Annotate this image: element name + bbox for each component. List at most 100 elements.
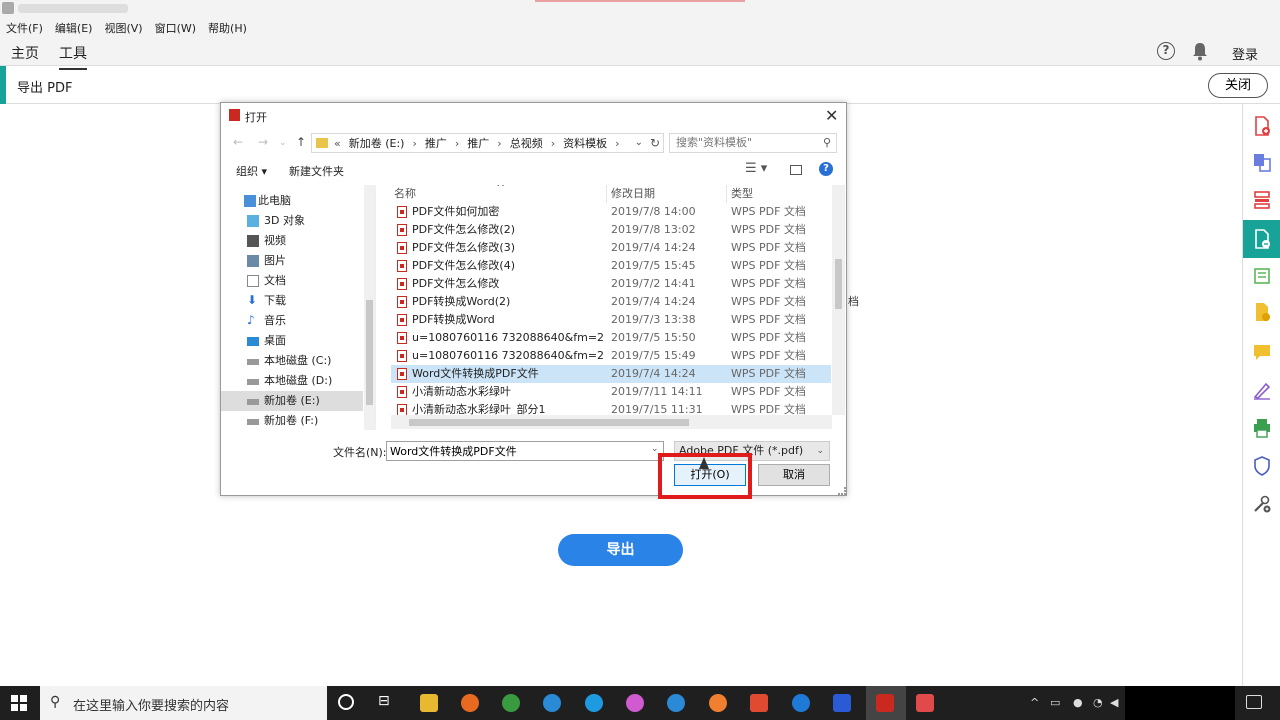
horizontal-scrollbar-thumb[interactable] (409, 419, 689, 426)
network-icon[interactable]: ◔ (1093, 696, 1103, 709)
windows-start-icon[interactable] (11, 695, 27, 711)
login-link[interactable]: 登录 (1232, 44, 1258, 63)
view-options-icon[interactable]: ☰ ▾ (745, 161, 767, 176)
organize-button[interactable]: 组织 ▾ (236, 163, 267, 179)
nav-item-videos[interactable]: 视频 (221, 231, 363, 251)
refresh-icon[interactable]: ↻ (650, 136, 660, 150)
new-folder-button[interactable]: 新建文件夹 (289, 163, 344, 179)
comment-file-icon[interactable] (1252, 302, 1272, 322)
dialog-close-icon[interactable]: ✕ (825, 106, 838, 125)
up-arrow-icon[interactable]: ↑ (296, 135, 306, 149)
edge-icon[interactable] (792, 694, 810, 712)
taskbar-search-box[interactable]: ⚲ 在这里输入你要搜索的内容 (40, 686, 327, 720)
export-pdf-tool-active[interactable] (1243, 220, 1280, 258)
clock-area[interactable] (1125, 686, 1235, 720)
close-button[interactable]: 关闭 (1208, 73, 1268, 98)
menu-edit[interactable]: 编辑(E) (55, 20, 93, 36)
file-row[interactable]: PDF转换成Word 2019/7/3 13:38 WPS PDF 文档 (391, 311, 831, 329)
microphone-icon[interactable]: ● (1073, 696, 1083, 709)
file-row[interactable]: Word文件转换成PDF文件 2019/7/4 14:24 WPS PDF 文档 (391, 365, 831, 383)
nav-item-desktop[interactable]: 桌面 (221, 331, 363, 351)
app-icon[interactable] (709, 694, 727, 712)
address-segment-drive[interactable]: 新加卷 (E:) (349, 135, 405, 151)
recent-dropdown-icon[interactable]: ⌄ (279, 138, 287, 148)
tab-home[interactable]: 主页 (11, 43, 39, 63)
column-header-type[interactable]: 类型 (731, 185, 753, 203)
file-row[interactable]: PDF文件如何加密 2019/7/8 14:00 WPS PDF 文档 (391, 203, 831, 221)
nav-scrollbar[interactable] (364, 185, 375, 430)
column-divider[interactable] (726, 185, 727, 203)
file-row[interactable]: u=1080760116 732088640&fm=26&... 2019/7/5… (391, 329, 831, 347)
convert-pdf-icon[interactable] (1252, 152, 1272, 172)
tray-chevron-icon[interactable]: ^ (1030, 696, 1039, 709)
vertical-scrollbar-thumb[interactable] (835, 259, 842, 309)
nav-item-drive-d[interactable]: 本地磁盘 (D:) (221, 371, 363, 391)
acrobat-icon[interactable] (876, 694, 894, 712)
cancel-button[interactable]: 取消 (758, 464, 830, 486)
firefox-icon[interactable] (461, 694, 479, 712)
file-row[interactable]: u=1080760116 732088640&fm=26&... 2019/7/5… (391, 347, 831, 365)
wps-slides-icon[interactable] (750, 694, 768, 712)
tab-tools[interactable]: 工具 (59, 43, 87, 70)
nav-item-drive-e[interactable]: 新加卷 (E:) (221, 391, 363, 411)
file-row[interactable]: PDF文件怎么修改(4) 2019/7/5 15:45 WPS PDF 文档 (391, 257, 831, 275)
ie-icon[interactable] (667, 694, 685, 712)
nav-item-downloads[interactable]: ⬇ 下载 (221, 291, 363, 311)
export-button[interactable]: 导出 (558, 534, 683, 566)
filename-input[interactable] (386, 441, 664, 461)
nav-item-drive-c[interactable]: 本地磁盘 (C:) (221, 351, 363, 371)
file-row[interactable]: PDF文件怎么修改(3) 2019/7/4 14:24 WPS PDF 文档 (391, 239, 831, 257)
address-dropdown-icon[interactable]: ⌄ (635, 137, 643, 148)
file-list-vertical-scrollbar[interactable] (832, 185, 845, 415)
wps-pdf-icon[interactable] (916, 694, 934, 712)
column-header-date[interactable]: 修改日期 (611, 185, 655, 203)
notification-icon[interactable] (1246, 695, 1262, 709)
nav-item-drive-f[interactable]: 新加卷 (F:) (221, 411, 363, 430)
column-header-name[interactable]: 名称 (394, 185, 416, 203)
more-tools-icon[interactable] (1252, 494, 1272, 514)
resize-grip[interactable] (838, 487, 846, 495)
file-row[interactable]: 小清新动态水彩绿叶 2019/7/11 14:11 WPS PDF 文档 (391, 383, 831, 401)
nav-item-this-pc[interactable]: 此电脑 (221, 191, 363, 211)
address-segment-promo2[interactable]: 推广 (467, 135, 489, 151)
nav-item-3d-objects[interactable]: 3D 对象 (221, 211, 363, 231)
app-icon[interactable] (626, 694, 644, 712)
protect-icon[interactable] (1252, 456, 1272, 476)
volume-icon[interactable]: ◀ (1110, 696, 1118, 709)
nav-item-music[interactable]: ♪ 音乐 (221, 311, 363, 331)
menu-window[interactable]: 窗口(W) (155, 20, 196, 36)
edit-pdf-icon[interactable] (1252, 266, 1272, 286)
file-row[interactable]: PDF文件怎么修改 2019/7/2 14:41 WPS PDF 文档 (391, 275, 831, 293)
back-arrow-icon[interactable]: ← (233, 135, 243, 149)
chrome-icon[interactable] (502, 694, 520, 712)
menu-view[interactable]: 视图(V) (104, 20, 142, 36)
task-view-icon[interactable]: ⊟ (378, 693, 396, 711)
address-segment-promo1[interactable]: 推广 (425, 135, 447, 151)
sign-icon[interactable] (1252, 380, 1272, 400)
create-pdf-icon[interactable] (1252, 116, 1272, 136)
column-divider[interactable] (606, 185, 607, 203)
file-row[interactable]: PDF转换成Word(2) 2019/7/4 14:24 WPS PDF 文档 (391, 293, 831, 311)
bell-icon[interactable] (1191, 41, 1209, 61)
file-explorer-icon[interactable] (420, 694, 438, 712)
comment-icon[interactable] (1252, 342, 1272, 362)
address-segment-templates[interactable]: 资料模板 (563, 135, 607, 151)
cortana-icon[interactable] (338, 694, 354, 710)
nav-item-documents[interactable]: 文档 (221, 271, 363, 291)
preview-pane-icon[interactable] (790, 165, 802, 175)
wps-writer-icon[interactable] (833, 694, 851, 712)
forward-arrow-icon[interactable]: → (258, 135, 268, 149)
tray-app-icon[interactable]: ▭ (1050, 696, 1060, 709)
menu-file[interactable]: 文件(F) (6, 20, 43, 36)
menu-help[interactable]: 帮助(H) (208, 20, 247, 36)
organize-pages-icon[interactable] (1252, 190, 1272, 210)
help-icon[interactable]: ? (819, 162, 833, 176)
nav-scrollbar-thumb[interactable] (366, 300, 373, 405)
print-icon[interactable] (1252, 418, 1272, 438)
address-bar[interactable]: « 新加卷 (E:) › 推广 › 推广 › 总视频 › 资料模板 › ⌄ ↻ (311, 133, 664, 153)
file-list-horizontal-scrollbar[interactable] (391, 415, 832, 429)
search-input[interactable]: 搜索"资料模板" ⚲ (669, 133, 837, 153)
nav-item-pictures[interactable]: 图片 (221, 251, 363, 271)
help-icon[interactable]: ? (1157, 42, 1175, 60)
file-row[interactable]: PDF文件怎么修改(2) 2019/7/8 13:02 WPS PDF 文档 (391, 221, 831, 239)
